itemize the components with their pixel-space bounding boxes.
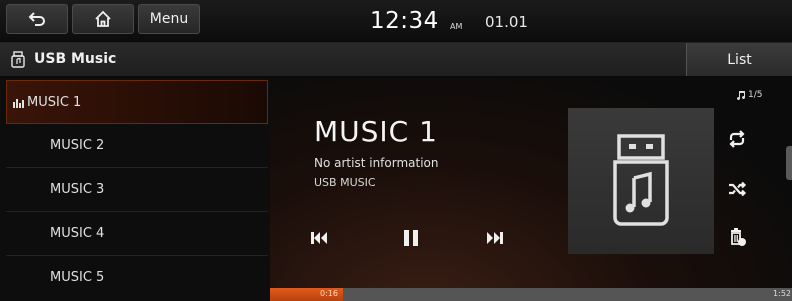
source-header: USB Music	[0, 43, 792, 76]
next-track-icon[interactable]	[484, 227, 506, 249]
list-button-label: List	[727, 51, 752, 68]
side-panel-handle[interactable]	[786, 146, 792, 180]
track-title: MUSIC 1	[314, 115, 438, 148]
shuffle-icon[interactable]	[726, 178, 748, 200]
playlist-item-music-2[interactable]: MUSIC 2	[6, 124, 268, 168]
playlist-item-music-3[interactable]: MUSIC 3	[6, 168, 268, 212]
source-title: USB Music	[34, 51, 117, 67]
total-time: 1:52	[773, 289, 791, 298]
delete-icon[interactable]	[726, 226, 748, 248]
home-button[interactable]	[72, 4, 134, 34]
playlist-item-label: MUSIC 5	[50, 270, 105, 285]
track-count: 1/5	[748, 90, 763, 100]
home-icon	[95, 10, 111, 27]
pause-icon[interactable]	[400, 227, 422, 249]
top-status-bar: Menu 12:34 AM 01.01	[0, 0, 792, 43]
playlist-item-label: MUSIC 2	[50, 138, 105, 153]
usb-drive-icon	[11, 51, 25, 68]
album-art	[568, 108, 714, 254]
menu-button[interactable]: Menu	[138, 4, 200, 34]
progress-bar[interactable]: 0:16 1:52	[270, 288, 792, 301]
now-playing-equalizer-icon	[13, 99, 24, 108]
playlist-item-label: MUSIC 3	[50, 182, 105, 197]
playlist-item-label: MUSIC 4	[50, 226, 105, 241]
back-arrow-icon	[28, 12, 45, 26]
usb-music-art-icon	[613, 134, 669, 226]
back-button[interactable]	[6, 4, 68, 34]
clock-ampm: AM	[450, 22, 463, 31]
elapsed-time: 0:16	[320, 289, 338, 298]
playlist-item-music-4[interactable]: MUSIC 4	[6, 212, 268, 256]
date-display: 01.01	[485, 13, 528, 31]
playlist-item-label: MUSIC 1	[27, 95, 82, 110]
playlist-item-music-1[interactable]: MUSIC 1	[6, 80, 268, 124]
clock-time: 12:34	[370, 8, 439, 34]
playlist-item-music-5[interactable]: MUSIC 5	[6, 256, 268, 300]
music-note-icon	[737, 91, 746, 100]
menu-button-label: Menu	[149, 11, 189, 27]
list-button[interactable]: List	[686, 43, 792, 76]
track-album: USB MUSIC	[314, 176, 376, 189]
track-artist: No artist information	[314, 156, 439, 170]
repeat-icon[interactable]	[726, 128, 748, 150]
previous-track-icon[interactable]	[308, 227, 330, 249]
